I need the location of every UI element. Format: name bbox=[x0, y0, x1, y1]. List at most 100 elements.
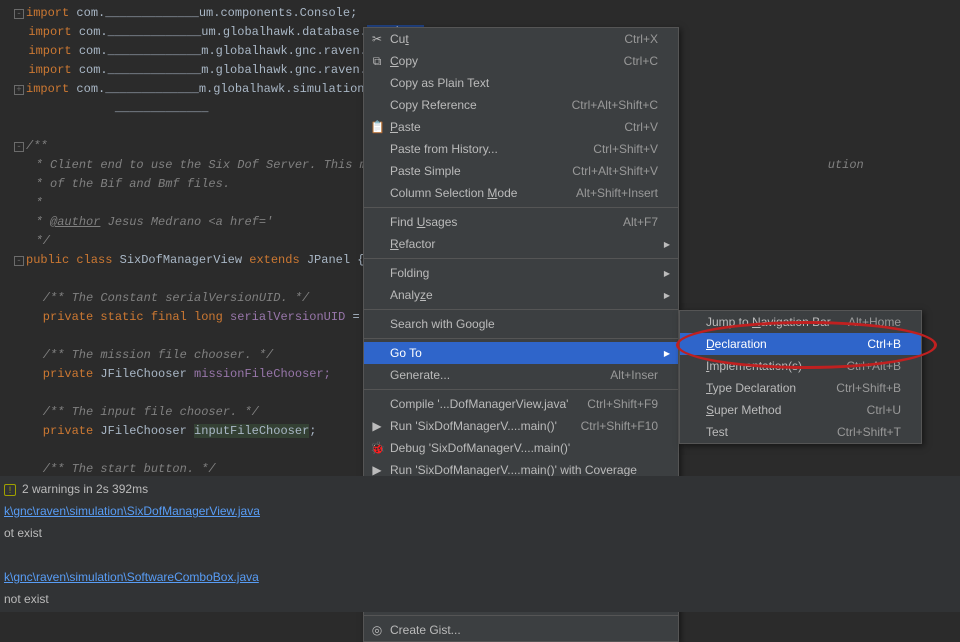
submenu-arrow-icon: ▶ bbox=[664, 349, 670, 358]
menu-shortcut: Ctrl+Shift+F10 bbox=[581, 419, 658, 433]
submenu-arrow-icon: ▶ bbox=[664, 269, 670, 278]
field-type: JFileChooser bbox=[100, 367, 194, 381]
modifier: private bbox=[14, 424, 100, 438]
javadoc: * bbox=[28, 196, 42, 210]
class-name: SixDofManagerView bbox=[120, 253, 250, 267]
menu-shortcut: Alt+Inser bbox=[610, 368, 658, 382]
menu-item-declaration[interactable]: DeclarationCtrl+B bbox=[680, 333, 921, 355]
menu-item-label: Copy Reference bbox=[390, 98, 572, 112]
menu-item-label: Generate... bbox=[390, 368, 610, 382]
menu-item-label: Debug 'SixDofManagerV....main()' bbox=[390, 441, 658, 455]
menu-item-test[interactable]: TestCtrl+Shift+T bbox=[680, 421, 921, 443]
menu-item-folding[interactable]: Folding ▶ bbox=[364, 262, 678, 284]
menu-shortcut: Alt+Shift+Insert bbox=[576, 186, 658, 200]
menu-item-paste[interactable]: 📋PasteCtrl+V bbox=[364, 116, 678, 138]
menu-shortcut: Ctrl+Shift+T bbox=[837, 425, 901, 439]
menu-shortcut: Alt+F7 bbox=[623, 215, 658, 229]
menu-item-debug-sixdofmanagerv-main[interactable]: 🐞 Debug 'SixDofManagerV....main()' bbox=[364, 437, 678, 459]
menu-separator bbox=[364, 615, 678, 616]
superclass: JPanel { bbox=[307, 253, 365, 267]
field-comment: /** The Constant serialVersionUID. */ bbox=[14, 291, 309, 305]
cut-icon: ✂ bbox=[370, 32, 384, 46]
file-link[interactable]: k\gnc\raven\simulation\SixDofManagerView… bbox=[4, 504, 260, 518]
fold-gutter-icon[interactable]: - bbox=[14, 142, 24, 152]
menu-item-search-with-google[interactable]: Search with Google bbox=[364, 313, 678, 335]
import-keyword: import bbox=[28, 25, 71, 39]
menu-item-find-usages[interactable]: Find UsagesAlt+F7 bbox=[364, 211, 678, 233]
menu-item-label: Folding bbox=[390, 266, 658, 280]
menu-item-paste-from-history[interactable]: Paste from History...Ctrl+Shift+V bbox=[364, 138, 678, 160]
menu-item-create-gist[interactable]: ◎ Create Gist... bbox=[364, 619, 678, 641]
menu-separator bbox=[364, 389, 678, 390]
menu-shortcut: Ctrl+Alt+B bbox=[846, 359, 901, 373]
error-msg: ot exist bbox=[0, 522, 960, 544]
menu-item-generate[interactable]: Generate...Alt+Inser bbox=[364, 364, 678, 386]
menu-shortcut: Ctrl+Shift+B bbox=[836, 381, 901, 395]
menu-item-label: Refactor bbox=[390, 237, 658, 251]
menu-item-label: Column Selection Mode bbox=[390, 186, 576, 200]
field-comment: /** The mission file chooser. */ bbox=[14, 348, 273, 362]
menu-item-label: Paste Simple bbox=[390, 164, 572, 178]
menu-item-jump-to-navigation-bar[interactable]: Jump to Navigation BarAlt+Home bbox=[680, 311, 921, 333]
menu-item-label: Declaration bbox=[706, 337, 867, 351]
menu-separator bbox=[364, 309, 678, 310]
field-comment: /** The start button. */ bbox=[14, 462, 216, 476]
javadoc: /** bbox=[26, 139, 48, 153]
menu-item-label: Cut bbox=[390, 32, 624, 46]
menu-shortcut: Ctrl+Alt+Shift+C bbox=[572, 98, 658, 112]
run-sixdofmanagerv-main-with-coverage-icon: ▶ bbox=[370, 463, 384, 477]
goto-submenu[interactable]: Jump to Navigation BarAlt+HomeDeclaratio… bbox=[679, 310, 922, 444]
fold-gutter-icon[interactable]: - bbox=[14, 256, 24, 266]
import-keyword: import bbox=[26, 6, 69, 20]
extends-keyword: extends bbox=[249, 253, 307, 267]
menu-item-refactor[interactable]: Refactor▶ bbox=[364, 233, 678, 255]
menu-item-implementation-s[interactable]: Implementation(s)Ctrl+Alt+B bbox=[680, 355, 921, 377]
menu-shortcut: Ctrl+Shift+F9 bbox=[587, 397, 658, 411]
menu-separator bbox=[364, 258, 678, 259]
menu-separator bbox=[364, 338, 678, 339]
menu-item-label: Run 'SixDofManagerV....main()' bbox=[390, 419, 581, 433]
menu-item-label: Compile '...DofManagerView.java' bbox=[390, 397, 587, 411]
debug-sixdofmanagerv-main--icon: 🐞 bbox=[370, 441, 384, 455]
menu-item-label: Create Gist... bbox=[390, 623, 658, 637]
menu-shortcut: Ctrl+Shift+V bbox=[593, 142, 658, 156]
menu-item-cut[interactable]: ✂ CutCtrl+X bbox=[364, 28, 678, 50]
modifier: private bbox=[14, 367, 100, 381]
menu-item-copy-as-plain-text[interactable]: Copy as Plain Text bbox=[364, 72, 678, 94]
field-type: JFileChooser bbox=[100, 424, 194, 438]
semicolon: ; bbox=[309, 424, 316, 438]
menu-item-copy[interactable]: ⧉CopyCtrl+C bbox=[364, 50, 678, 72]
menu-shortcut: Ctrl+Alt+Shift+V bbox=[572, 164, 658, 178]
class-keyword: public class bbox=[26, 253, 120, 267]
file-link[interactable]: k\gnc\raven\simulation\SoftwareComboBox.… bbox=[4, 570, 259, 584]
javadoc: * bbox=[28, 215, 50, 229]
warning-icon: ! bbox=[4, 484, 16, 496]
menu-item-label: Implementation(s) bbox=[706, 359, 846, 373]
menu-item-label: Copy bbox=[390, 54, 624, 68]
javadoc-tag: @author bbox=[50, 215, 100, 229]
menu-item-copy-reference[interactable]: Copy ReferenceCtrl+Alt+Shift+C bbox=[364, 94, 678, 116]
menu-shortcut: Alt+Home bbox=[848, 315, 901, 329]
create-gist--icon: ◎ bbox=[370, 623, 384, 637]
menu-item-label: Search with Google bbox=[390, 317, 658, 331]
menu-item-label: Run 'SixDofManagerV....main()' with Cove… bbox=[390, 463, 658, 477]
submenu-arrow-icon: ▶ bbox=[664, 291, 670, 300]
import-keyword: import bbox=[28, 44, 71, 58]
menu-item-analyze[interactable]: Analyze▶ bbox=[364, 284, 678, 306]
menu-item-go-to[interactable]: Go To▶ bbox=[364, 342, 678, 364]
menu-item-label: Test bbox=[706, 425, 837, 439]
field-name: serialVersionUID bbox=[230, 310, 345, 324]
fold-gutter-icon[interactable]: - bbox=[14, 9, 24, 19]
menu-item-run-sixdofmanagerv-main[interactable]: ▶Run 'SixDofManagerV....main()'Ctrl+Shif… bbox=[364, 415, 678, 437]
menu-item-paste-simple[interactable]: Paste SimpleCtrl+Alt+Shift+V bbox=[364, 160, 678, 182]
menu-item-column-selection-mode[interactable]: Column Selection ModeAlt+Shift+Insert bbox=[364, 182, 678, 204]
menu-item-type-declaration[interactable]: Type DeclarationCtrl+Shift+B bbox=[680, 377, 921, 399]
menu-item-super-method[interactable]: Super MethodCtrl+U bbox=[680, 399, 921, 421]
copy-icon: ⧉ bbox=[370, 54, 384, 69]
identifier-highlight[interactable]: inputFileChooser bbox=[194, 424, 309, 438]
messages-panel[interactable]: !2 warnings in 2s 392ms k\gnc\raven\simu… bbox=[0, 476, 960, 612]
menu-shortcut: Ctrl+X bbox=[624, 32, 658, 46]
fold-gutter-icon[interactable]: + bbox=[14, 85, 24, 95]
javadoc: */ bbox=[28, 234, 50, 248]
menu-item-compile-dofmanagerview-java[interactable]: Compile '...DofManagerView.java'Ctrl+Shi… bbox=[364, 393, 678, 415]
